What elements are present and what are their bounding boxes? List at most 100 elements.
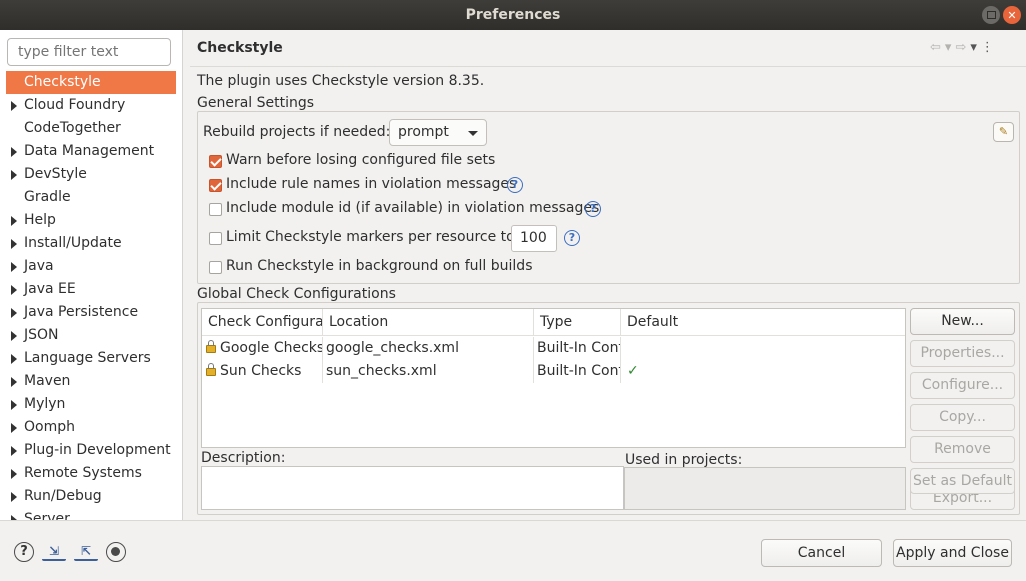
- import-icon[interactable]: ⇲: [42, 543, 66, 561]
- table-row[interactable]: Sun Checks sun_checks.xml Built-In Configu…: [202, 360, 905, 383]
- tree-item-server[interactable]: Server: [6, 508, 176, 520]
- new-button[interactable]: New...: [910, 308, 1015, 335]
- option-label-1[interactable]: Include rule names in violation messages: [226, 176, 516, 192]
- footer-icons: ? ⇲ ⇱: [14, 542, 126, 562]
- chevron-down-icon: [468, 131, 478, 136]
- help-icon[interactable]: ?: [507, 177, 523, 193]
- filter-input[interactable]: [7, 38, 171, 66]
- forward-menu-icon[interactable]: ▾: [970, 40, 977, 55]
- record-icon[interactable]: [106, 542, 126, 562]
- expand-arrow-icon[interactable]: [11, 423, 17, 433]
- general-settings-label: General Settings: [197, 95, 317, 111]
- help-icon[interactable]: ?: [14, 542, 34, 562]
- forward-icon[interactable]: ⇨: [955, 40, 966, 55]
- expand-arrow-icon[interactable]: [11, 308, 17, 318]
- expand-arrow-icon[interactable]: [11, 331, 17, 341]
- description-field[interactable]: [201, 466, 624, 510]
- preferences-nav: Checkstyle Cloud Foundry CodeTogether Data …: [0, 30, 183, 520]
- tree-item-data-management[interactable]: Data Management: [6, 140, 176, 163]
- tree-item-java-ee[interactable]: Java EE: [6, 278, 176, 301]
- option-label-0[interactable]: Warn before losing configured file sets: [226, 152, 495, 168]
- back-icon[interactable]: ⇦: [930, 40, 941, 55]
- help-icon[interactable]: ?: [585, 201, 601, 217]
- expand-arrow-icon[interactable]: [11, 147, 17, 157]
- tree-item-checkstyle[interactable]: Checkstyle: [6, 71, 176, 94]
- tree-item-label: Plug-in Development: [24, 442, 171, 458]
- tree-item-plug-in-development[interactable]: Plug-in Development: [6, 439, 176, 462]
- rebuild-label: Rebuild projects if needed:: [203, 124, 391, 140]
- option-label-3[interactable]: Limit Checkstyle markers per resource to: [226, 229, 515, 245]
- tree-item-devstyle[interactable]: DevStyle: [6, 163, 176, 186]
- tree-item-java[interactable]: Java: [6, 255, 176, 278]
- tree-item-oomph[interactable]: Oomph: [6, 416, 176, 439]
- tree-item-codetogether[interactable]: CodeTogether: [6, 117, 176, 140]
- expand-arrow-icon[interactable]: [11, 446, 17, 456]
- tree-item-cloud-foundry[interactable]: Cloud Foundry: [6, 94, 176, 117]
- option-label-4[interactable]: Run Checkstyle in background on full bui…: [226, 258, 533, 274]
- rebuild-dropdown[interactable]: prompt: [389, 119, 487, 146]
- configure-button[interactable]: Configure...: [910, 372, 1015, 399]
- set-default-button[interactable]: Set as Default: [910, 468, 1015, 494]
- cell-default: [621, 337, 905, 360]
- tree-item-help[interactable]: Help: [6, 209, 176, 232]
- tree-item-label: JSON: [24, 327, 59, 343]
- option-label-2[interactable]: Include module id (if available) in viol…: [226, 200, 599, 216]
- expand-arrow-icon[interactable]: [11, 354, 17, 364]
- expand-arrow-icon[interactable]: [11, 492, 17, 502]
- cell-type: Built-In Configuration: [534, 360, 621, 383]
- column-location[interactable]: Location: [323, 309, 534, 336]
- column-type[interactable]: Type: [534, 309, 621, 336]
- back-menu-icon[interactable]: ▾: [945, 40, 952, 55]
- check-config-table[interactable]: Check Configuration Location Type Defaul…: [201, 308, 906, 448]
- tree-item-label: Checkstyle: [24, 74, 101, 90]
- title-bar: Preferences ✕: [0, 0, 1026, 30]
- table-row[interactable]: Google Checks google_checks.xml Built-In C…: [202, 337, 905, 360]
- default-check-icon: ✓: [627, 363, 639, 379]
- tree-item-label: Remote Systems: [24, 465, 142, 481]
- expand-arrow-icon[interactable]: [11, 216, 17, 226]
- option-checkbox-3[interactable]: [209, 232, 222, 245]
- tree-item-mylyn[interactable]: Mylyn: [6, 393, 176, 416]
- column-default[interactable]: Default: [621, 309, 905, 336]
- copy-button[interactable]: Copy...: [910, 404, 1015, 431]
- properties-button[interactable]: Properties...: [910, 340, 1015, 367]
- expand-arrow-icon[interactable]: [11, 400, 17, 410]
- tree-item-remote-systems[interactable]: Remote Systems: [6, 462, 176, 485]
- tree-item-label: Help: [24, 212, 56, 228]
- tree-item-java-persistence[interactable]: Java Persistence: [6, 301, 176, 324]
- marker-limit-input[interactable]: 100: [511, 225, 557, 252]
- view-menu-icon[interactable]: ⋮: [981, 40, 994, 55]
- column-check-config[interactable]: Check Configuration: [202, 309, 323, 336]
- expand-arrow-icon[interactable]: [11, 239, 17, 249]
- close-icon[interactable]: ✕: [1003, 6, 1021, 24]
- help-icon[interactable]: ?: [564, 230, 580, 246]
- option-checkbox-1[interactable]: [209, 179, 222, 192]
- maximize-icon[interactable]: [982, 6, 1000, 24]
- cell-text: Built-In Configuration: [537, 363, 620, 379]
- option-checkbox-4[interactable]: [209, 261, 222, 274]
- page-nav-controls: ⇦ ▾ ⇨ ▾ ⋮: [930, 40, 994, 55]
- expand-arrow-icon[interactable]: [11, 101, 17, 111]
- option-checkbox-0[interactable]: [209, 155, 222, 168]
- tree-item-language-servers[interactable]: Language Servers: [6, 347, 176, 370]
- expand-arrow-icon[interactable]: [11, 262, 17, 272]
- lock-icon: [206, 363, 216, 376]
- tree-item-label: Java EE: [24, 281, 76, 297]
- expand-arrow-icon[interactable]: [11, 377, 17, 387]
- tree-item-run-debug[interactable]: Run/Debug: [6, 485, 176, 508]
- export-icon[interactable]: ⇱: [74, 543, 98, 561]
- cancel-button[interactable]: Cancel: [761, 539, 882, 567]
- expand-arrow-icon[interactable]: [11, 170, 17, 180]
- tree-item-json[interactable]: JSON: [6, 324, 176, 347]
- apply-and-close-button[interactable]: Apply and Close: [893, 539, 1012, 567]
- default-check-icon: [624, 340, 627, 356]
- option-checkbox-2[interactable]: [209, 203, 222, 216]
- tree-item-maven[interactable]: Maven: [6, 370, 176, 393]
- remove-button[interactable]: Remove: [910, 436, 1015, 463]
- tree-item-install-update[interactable]: Install/Update: [6, 232, 176, 255]
- used-in-projects-label: Used in projects:: [625, 452, 743, 468]
- expand-arrow-icon[interactable]: [11, 469, 17, 479]
- checkstyle-wizard-icon[interactable]: ✎: [993, 122, 1014, 142]
- tree-item-gradle[interactable]: Gradle: [6, 186, 176, 209]
- expand-arrow-icon[interactable]: [11, 285, 17, 295]
